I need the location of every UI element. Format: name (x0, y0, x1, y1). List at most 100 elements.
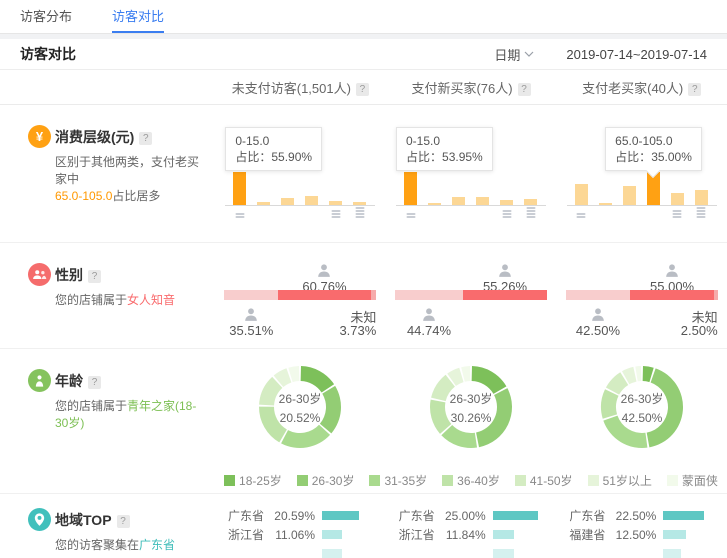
gender-people-icon (28, 263, 51, 286)
region-row: 浙江省11.06% (228, 525, 386, 544)
age-donut-chart-repeat-buyers: 26-30岁 42.50% (600, 365, 684, 449)
bar[interactable] (575, 184, 588, 205)
region-bar (663, 530, 686, 539)
coin-stack-icon (697, 207, 706, 218)
help-icon[interactable]: ? (88, 376, 101, 389)
section-description: 您的访客聚集在广东省 (55, 537, 207, 554)
female-icon (317, 263, 332, 278)
bar[interactable] (281, 198, 294, 205)
region-name: 广东省 (228, 507, 268, 524)
help-icon[interactable]: ? (139, 132, 152, 145)
bar[interactable] (695, 190, 708, 205)
tab-visitor-distribution[interactable]: 访客分布 (20, 0, 72, 33)
donut-slice[interactable] (472, 366, 507, 394)
gender-bar[interactable] (566, 290, 718, 300)
bar[interactable] (404, 172, 417, 205)
section-age: 年龄? 您的店铺属于青年之家(18-30岁) 26-30岁20.52% 26-3… (0, 349, 727, 494)
coin-stack-icon (502, 210, 511, 218)
region-name: 广东省 (399, 507, 439, 524)
region-row (399, 544, 557, 558)
bar[interactable] (599, 203, 612, 205)
donut-slice[interactable] (320, 386, 341, 434)
bar[interactable] (305, 196, 318, 205)
legend-item[interactable]: 36-40岁 (442, 472, 500, 489)
help-icon[interactable]: ? (518, 83, 531, 96)
legend-item[interactable]: 31-35岁 (369, 472, 427, 489)
age-donut-chart-unpaid: 26-30岁20.52% (258, 365, 342, 449)
region-name: 福建省 (569, 526, 609, 543)
male-icon (590, 307, 605, 322)
donut-slice[interactable] (441, 425, 477, 448)
bar[interactable] (500, 200, 513, 205)
bar[interactable] (623, 186, 636, 205)
legend-label: 26-30岁 (312, 472, 355, 489)
donut-center-label: 30.26% (451, 411, 492, 425)
region-bar (322, 549, 342, 558)
help-icon[interactable]: ? (356, 83, 369, 96)
region-percentage: 11.06% (268, 528, 315, 542)
bar[interactable] (233, 172, 246, 205)
date-range-value[interactable]: 2019-07-14~2019-07-14 (566, 47, 707, 62)
gender-bar[interactable] (224, 290, 376, 300)
unknown-percentage: 2.50% (681, 323, 718, 338)
legend-item[interactable]: 蒙面侠 (667, 472, 718, 489)
donut-center-label: 26-30岁 (620, 391, 663, 406)
male-icon (422, 307, 437, 322)
donut-slice[interactable] (646, 368, 682, 447)
region-chart-unpaid: 广东省20.59%浙江省11.06% (215, 506, 386, 558)
donut-slice[interactable] (601, 389, 619, 418)
region-name: 浙江省 (228, 526, 268, 543)
region-name: 广东省 (569, 507, 609, 524)
section-title: 地域TOP (55, 512, 112, 528)
location-pin-icon (28, 508, 51, 531)
legend-item[interactable]: 51岁以上 (588, 472, 652, 489)
page-header: 访客对比 日期 2019-07-14~2019-07-14 (0, 39, 727, 70)
help-icon[interactable]: ? (88, 270, 101, 283)
legend-item[interactable]: 18-25岁 (224, 472, 282, 489)
coin-stack-icon (673, 210, 682, 218)
legend-item[interactable]: 41-50岁 (515, 472, 573, 489)
coin-stack-icon (355, 207, 364, 218)
axis-icons (396, 207, 546, 219)
legend-label: 蒙面侠 (682, 472, 718, 489)
gender-bar[interactable] (395, 290, 547, 300)
donut-slice[interactable] (635, 366, 641, 381)
region-row: 广东省22.50% (569, 506, 727, 525)
bar[interactable] (428, 203, 441, 205)
bar-group (567, 169, 717, 206)
section-title: 年龄 (55, 373, 83, 389)
legend-label: 51岁以上 (603, 472, 652, 489)
bar-group (225, 169, 375, 206)
donut-slice[interactable] (301, 366, 334, 393)
help-icon[interactable]: ? (117, 515, 130, 528)
consumption-bar-chart-unpaid: 0-15.0 占比：55.90% (225, 127, 375, 219)
bar[interactable] (524, 199, 537, 205)
donut-center-label: 42.50% (621, 411, 662, 425)
chart-tooltip: 0-15.0 占比：55.90% (225, 127, 322, 171)
section-description: 您的店铺属于女人知音 (55, 292, 207, 309)
bar[interactable] (671, 193, 684, 205)
help-icon[interactable]: ? (688, 83, 701, 96)
coin-stack-icon (235, 213, 244, 218)
male-percentage: 42.50% (576, 323, 620, 338)
tab-visitor-comparison[interactable]: 访客对比 (112, 0, 164, 33)
bar[interactable] (329, 201, 342, 205)
donut-slice[interactable] (430, 400, 451, 434)
date-dropdown[interactable]: 日期 (494, 45, 534, 64)
chart-tooltip: 0-15.0 占比：53.95% (396, 127, 493, 171)
bar[interactable] (452, 197, 465, 205)
region-bar (493, 549, 515, 558)
column-header-label: 支付新买家(76人) (411, 81, 512, 96)
axis-icons (225, 207, 375, 219)
region-row: 福建省12.50% (569, 525, 727, 544)
age-donut-chart-new-buyers: 26-30岁30.26% (429, 365, 513, 449)
bar[interactable] (257, 202, 270, 205)
column-header-new-buyers: 支付新买家(76人)? (386, 78, 557, 97)
bar[interactable] (476, 197, 489, 205)
legend-swatch (369, 475, 380, 486)
bar[interactable] (353, 202, 366, 205)
donut-slice[interactable] (281, 425, 330, 448)
legend-item[interactable]: 26-30岁 (297, 472, 355, 489)
consumption-bar-chart-new-buyers: 0-15.0 占比：53.95% (396, 127, 546, 219)
date-dropdown-label: 日期 (494, 45, 520, 64)
